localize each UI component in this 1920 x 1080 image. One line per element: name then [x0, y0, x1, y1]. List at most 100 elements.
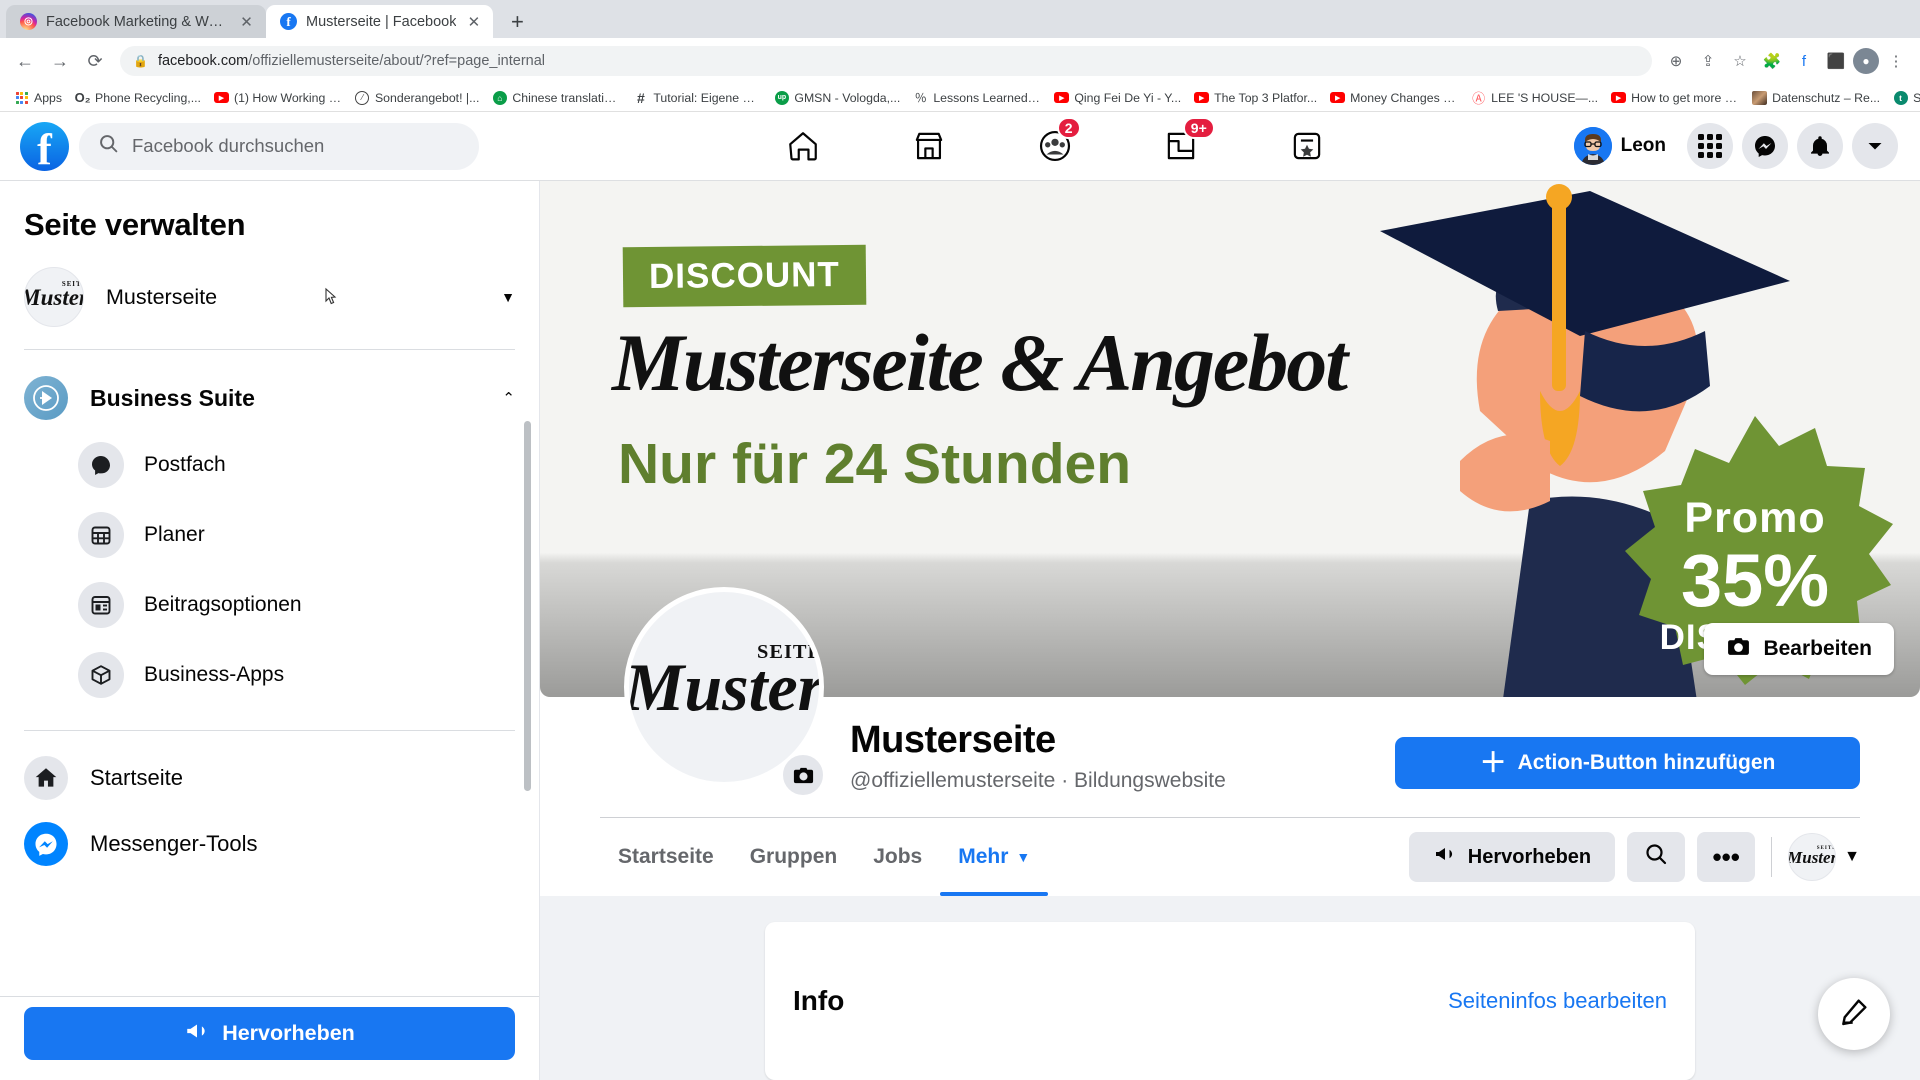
- sidebar-item-label: Planer: [144, 523, 205, 546]
- bookmark-label: Chinese translatio...: [512, 90, 621, 105]
- lastpass-icon[interactable]: ⬛: [1821, 46, 1851, 76]
- more-options-button[interactable]: •••: [1697, 832, 1756, 882]
- profile-bar: SEITE Muster Musterseite @offiziellemuste…: [540, 587, 1920, 896]
- bookmark-apps[interactable]: Apps: [8, 87, 68, 108]
- bookmark-item[interactable]: ▶ How to get more v...: [1605, 87, 1745, 108]
- zoom-icon[interactable]: ⊕: [1661, 46, 1691, 76]
- share-icon[interactable]: ⇪: [1693, 46, 1723, 76]
- boost-button[interactable]: Hervorheben: [24, 1007, 515, 1060]
- back-icon[interactable]: ←: [9, 45, 41, 77]
- chevron-up-icon[interactable]: ⌃: [502, 389, 515, 407]
- close-icon[interactable]: ✕: [465, 13, 482, 31]
- page-content: DISCOUNT Musterseite & Angebot Nur für 2…: [540, 181, 1920, 1080]
- chevron-down-icon[interactable]: ▼: [501, 289, 515, 305]
- bookmark-item[interactable]: Datenschutz – Re...: [1746, 87, 1886, 108]
- search-button[interactable]: [1627, 832, 1686, 882]
- bookmark-star-icon[interactable]: ☆: [1725, 46, 1755, 76]
- profile-handle: @offiziellemusterseite: [850, 769, 1056, 792]
- badge-groups: 2: [1056, 117, 1081, 139]
- nav-groups[interactable]: 2: [1027, 117, 1083, 172]
- bookmark-item[interactable]: ％ Lessons Learned f...: [907, 87, 1047, 108]
- forward-icon[interactable]: →: [44, 45, 76, 77]
- reload-icon[interactable]: ⟳: [79, 45, 111, 77]
- camera-icon: [793, 767, 813, 783]
- browser-tab-1[interactable]: ◎ Facebook Marketing & Werbea ✕: [6, 5, 266, 38]
- ring-slash-icon: ⁄: [355, 90, 370, 105]
- nav-pages[interactable]: [1279, 120, 1335, 172]
- browser-tab-2[interactable]: f Musterseite | Facebook ✕: [266, 5, 494, 38]
- cover-subline: Nur für 24 Stunden: [618, 432, 1132, 496]
- profile-avatar-icon[interactable]: ●: [1853, 48, 1879, 74]
- sidebar-business-suite[interactable]: Business Suite ⌃: [24, 350, 515, 430]
- chrome-menu-icon[interactable]: ⋮: [1881, 46, 1911, 76]
- sidebar-item-planer[interactable]: Planer: [24, 500, 515, 570]
- tab-jobs[interactable]: Jobs: [855, 818, 940, 896]
- bookmark-item[interactable]: O₂ Phone Recycling,...: [69, 87, 207, 108]
- edit-cover-button[interactable]: Bearbeiten: [1704, 623, 1894, 675]
- youtube-icon: ▶: [213, 90, 229, 105]
- menu-grid-icon[interactable]: [1687, 123, 1733, 169]
- extensions-puzzle-icon[interactable]: 🧩: [1757, 46, 1787, 76]
- tab-mehr[interactable]: Mehr ▼: [940, 818, 1049, 896]
- profile-chip[interactable]: Leon: [1570, 123, 1678, 169]
- bookmark-item[interactable]: ▶ Qing Fei De Yi - Y...: [1048, 87, 1187, 108]
- bookmark-item[interactable]: ▶ (1) How Working a...: [208, 87, 348, 108]
- bookmark-label: LEE 'S HOUSE—...: [1491, 90, 1599, 105]
- bookmark-item[interactable]: ⁄ Sonderangebot! |...: [349, 87, 485, 108]
- bookmark-label: Phone Recycling,...: [95, 90, 201, 105]
- change-profile-photo-button[interactable]: [780, 752, 826, 798]
- edit-cover-label: Bearbeiten: [1763, 637, 1872, 660]
- nav-marketplace[interactable]: [901, 120, 957, 172]
- bookmark-label: Money Changes E...: [1350, 90, 1459, 105]
- search-box[interactable]: [79, 122, 479, 170]
- business-apps-box-icon: [78, 652, 124, 698]
- browser-tabstrip: ◎ Facebook Marketing & Werbea ✕ f Muster…: [0, 0, 1920, 38]
- tab-mehr-label: Mehr: [958, 845, 1009, 868]
- sidebar-item-beitragsoptionen[interactable]: Beitragsoptionen: [24, 570, 515, 640]
- search-input[interactable]: [132, 135, 460, 157]
- bookmark-item[interactable]: ⌂ Chinese translatio...: [486, 87, 626, 108]
- notifications-bell-icon[interactable]: [1797, 123, 1843, 169]
- facebook-logo[interactable]: f: [20, 121, 69, 171]
- profile-meta: @offiziellemusterseite · Bildungswebsite: [850, 769, 1226, 793]
- edit-page-info-link[interactable]: Seiteninfos bearbeiten: [1448, 988, 1667, 1014]
- sidebar-item-business-apps[interactable]: Business-Apps: [24, 640, 515, 710]
- account-chevron-icon[interactable]: [1852, 123, 1898, 169]
- meta-separator: ·: [1061, 769, 1069, 792]
- bookmark-item[interactable]: up GMSN - Vologda,...: [768, 87, 906, 108]
- nav-gaming[interactable]: 9+: [1153, 117, 1215, 172]
- sidebar-page-selector[interactable]: SEITEMuster Musterseite ▼: [24, 261, 515, 345]
- sidebar-item-startseite[interactable]: Startseite: [24, 745, 515, 811]
- compose-fab-button[interactable]: [1818, 978, 1890, 1050]
- megaphone-icon: [1433, 842, 1457, 872]
- bookmark-item[interactable]: Ⓐ LEE 'S HOUSE—...: [1465, 87, 1604, 108]
- close-icon[interactable]: ✕: [238, 13, 255, 31]
- divider: [24, 730, 515, 731]
- nav-home[interactable]: [775, 120, 831, 172]
- ellipsis-icon: •••: [1712, 841, 1740, 872]
- page-switcher[interactable]: SEITE Muster ▼: [1788, 833, 1860, 881]
- page-body: Seite verwalten SEITEMuster Musterseite …: [0, 181, 1920, 1080]
- sidebar-item-messenger-tools[interactable]: Messenger-Tools: [24, 811, 515, 877]
- tab-title: Facebook Marketing & Werbea: [46, 13, 229, 30]
- muster-logo: SEITEMuster: [624, 640, 824, 725]
- tab-gruppen[interactable]: Gruppen: [732, 818, 856, 896]
- bookmark-item[interactable]: # Tutorial: Eigene Fa...: [627, 87, 767, 108]
- facebook-extension-icon[interactable]: f: [1789, 46, 1819, 76]
- address-bar[interactable]: 🔒 facebook.com/offiziellemusterseite/abo…: [120, 46, 1652, 76]
- bookmark-item[interactable]: t Student Wants an...: [1887, 87, 1920, 108]
- sidebar-item-postfach[interactable]: Postfach: [24, 430, 515, 500]
- boost-button[interactable]: Hervorheben: [1408, 832, 1616, 882]
- bookmark-item[interactable]: ▶ The Top 3 Platfor...: [1188, 87, 1323, 108]
- sidebar-scrollbar[interactable]: [524, 421, 531, 791]
- bookmark-item[interactable]: ▶ Money Changes E...: [1324, 87, 1464, 108]
- messenger-icon[interactable]: [1742, 123, 1788, 169]
- up-green-icon: up: [774, 90, 789, 105]
- cover-headline: Musterseite & Angebot: [612, 317, 1348, 408]
- new-tab-button[interactable]: +: [500, 5, 534, 38]
- tab-startseite[interactable]: Startseite: [600, 818, 732, 896]
- chevron-down-icon[interactable]: ▼: [1844, 848, 1860, 866]
- page-title: Seite verwalten: [24, 207, 246, 242]
- bookmark-label: Apps: [34, 90, 63, 105]
- add-action-button[interactable]: ＋ Action-Button hinzufügen: [1395, 737, 1860, 789]
